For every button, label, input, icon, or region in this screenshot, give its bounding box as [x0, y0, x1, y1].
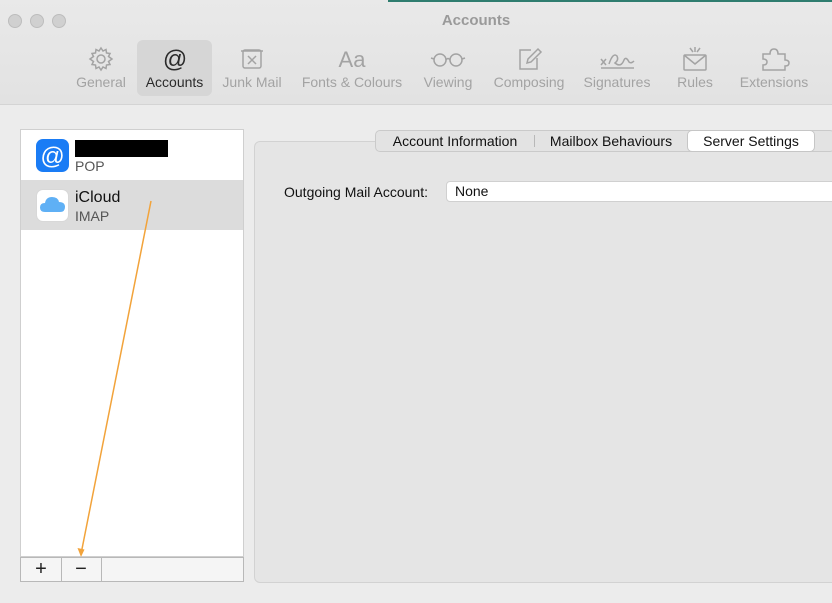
toolbar-label: Signatures: [583, 74, 651, 90]
window-accent: [388, 0, 832, 2]
tab-server-settings[interactable]: Server Settings: [687, 130, 815, 152]
account-list-footer: + −: [20, 557, 244, 582]
window-title: Accounts: [441, 12, 511, 29]
toolbar-junk-mail[interactable]: Junk Mail: [218, 40, 286, 96]
toolbar-viewing[interactable]: Viewing: [418, 40, 478, 96]
account-list: @ POP iCloud IMAP: [20, 129, 244, 557]
tab-account-information[interactable]: Account Information: [376, 131, 534, 151]
settings-panel: [254, 141, 832, 583]
svg-text:@: @: [162, 46, 186, 72]
extensions-icon: [762, 48, 790, 71]
toolbar-rules[interactable]: Rules: [670, 40, 720, 96]
toolbar-composing[interactable]: Composing: [488, 40, 570, 96]
toolbar-extensions[interactable]: Extensions: [735, 40, 813, 96]
title-toolbar: Accounts General @ Accounts Junk Mail Aa…: [0, 0, 832, 105]
svg-text:@: @: [40, 143, 64, 170]
toolbar-label: Junk Mail: [222, 74, 282, 90]
toolbar-label: Fonts & Colours: [301, 74, 403, 90]
toolbar-signatures[interactable]: Signatures: [579, 40, 655, 96]
toolbar-label: Accounts: [145, 74, 204, 90]
fonts-icon: Aa: [339, 47, 367, 72]
toolbar-label: Viewing: [423, 74, 473, 90]
toolbar-general[interactable]: General: [72, 40, 130, 96]
tab-divider: [534, 135, 535, 147]
tab-mailbox-behaviours[interactable]: Mailbox Behaviours: [536, 131, 686, 151]
toolbar-accounts[interactable]: @ Accounts: [137, 40, 212, 96]
outgoing-mail-account-select[interactable]: None: [446, 181, 832, 202]
toolbar-label: Rules: [677, 74, 713, 90]
cloud-icon: [36, 189, 69, 222]
settings-tabs: Account Information Mailbox Behaviours S…: [375, 130, 832, 152]
remove-account-button[interactable]: −: [61, 558, 102, 581]
account-name: iCloud: [75, 189, 121, 206]
gear-icon: [88, 46, 114, 72]
rules-icon: [683, 47, 707, 71]
account-type: IMAP: [75, 208, 110, 224]
add-account-button[interactable]: +: [21, 558, 62, 581]
junk-mail-icon: [241, 49, 263, 69]
at-sign-icon: @: [162, 46, 186, 72]
glasses-icon: [430, 53, 466, 67]
account-type: POP: [75, 158, 105, 174]
svg-text:Aa: Aa: [339, 47, 367, 72]
toolbar-label: Composing: [493, 74, 565, 90]
compose-icon: [519, 47, 543, 70]
at-sign-icon: @: [36, 139, 69, 172]
account-row-icloud[interactable]: iCloud IMAP: [21, 180, 243, 230]
redacted-account-name: [75, 140, 168, 157]
signature-icon: [600, 54, 635, 69]
toolbar-label: Extensions: [739, 74, 809, 90]
toolbar-label: General: [76, 74, 126, 90]
outgoing-mail-account-label: Outgoing Mail Account:: [284, 184, 428, 200]
mail-preferences-window: Accounts General @ Accounts Junk Mail Aa…: [0, 0, 832, 603]
toolbar-fonts-colours[interactable]: Aa Fonts & Colours: [296, 40, 408, 96]
account-row-pop[interactable]: @ POP: [21, 130, 243, 180]
